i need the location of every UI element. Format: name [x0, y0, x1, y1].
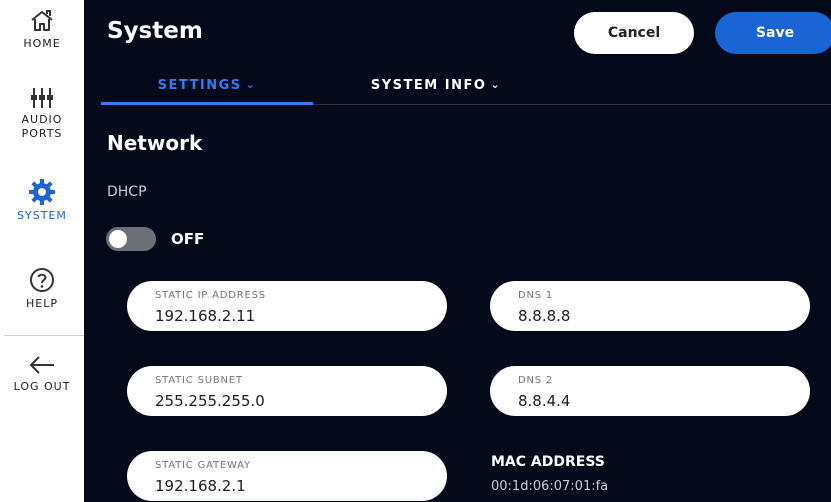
field-value[interactable]: 255.255.255.0: [155, 392, 265, 410]
tab-label: SYSTEM INFO: [370, 78, 487, 93]
main-panel: System Cancel Save SETTINGS ⌄ SYSTEM INF…: [84, 0, 831, 502]
sidebar-item-label-line1: AUDIO: [21, 113, 63, 126]
field-value[interactable]: 8.8.8.8: [518, 307, 570, 325]
field-value[interactable]: 192.168.2.11: [155, 307, 255, 325]
toggle-knob: [109, 230, 127, 248]
field-value[interactable]: 192.168.2.1: [155, 477, 246, 495]
field-label: DNS 2: [518, 375, 554, 386]
sidebar-item-log-out[interactable]: LOG OUT: [0, 353, 84, 394]
field-value[interactable]: 8.8.4.4: [518, 392, 570, 410]
cancel-button[interactable]: Cancel: [574, 12, 694, 54]
sidebar-item-label: HOME: [23, 37, 61, 50]
gear-icon: [29, 179, 55, 205]
tab-bar: SETTINGS ⌄ SYSTEM INFO ⌄: [101, 78, 831, 105]
sidebar-item-home[interactable]: HOME: [0, 8, 84, 51]
tab-system-info[interactable]: SYSTEM INFO ⌄: [341, 78, 531, 105]
sidebar-item-label: SYSTEM: [17, 209, 67, 222]
dhcp-label: DHCP: [107, 184, 147, 200]
dhcp-state-label: OFF: [171, 230, 205, 248]
mac-address-label: MAC ADDRESS: [491, 454, 605, 470]
home-icon: [31, 10, 53, 31]
chevron-down-icon: ⌄: [490, 78, 502, 91]
dns2-field[interactable]: DNS 2 8.8.4.4: [490, 366, 810, 416]
sidebar-divider: [4, 335, 84, 336]
sidebar: HOME AUDIO PORTS SYSTEM HELP LOG OUT: [0, 0, 84, 502]
static-subnet-field[interactable]: STATIC SUBNET 255.255.255.0: [127, 366, 447, 416]
static-ip-field[interactable]: STATIC IP ADDRESS 192.168.2.11: [127, 281, 447, 331]
section-title: Network: [107, 131, 203, 155]
dns1-field[interactable]: DNS 1 8.8.8.8: [490, 281, 810, 331]
arrow-left-icon: [29, 356, 54, 374]
field-label: STATIC SUBNET: [155, 375, 243, 386]
tab-settings[interactable]: SETTINGS ⌄: [101, 78, 313, 105]
field-label: STATIC GATEWAY: [155, 460, 251, 471]
sidebar-item-label-line2: PORTS: [21, 127, 63, 140]
save-button[interactable]: Save: [715, 12, 831, 54]
mac-address-value: 00:1d:06:07:01:fa: [491, 479, 609, 494]
sidebar-item-help[interactable]: HELP: [0, 266, 84, 311]
question-icon: [30, 268, 54, 292]
sidebar-item-system[interactable]: SYSTEM: [0, 178, 84, 223]
page-title: System: [107, 18, 203, 44]
dhcp-toggle[interactable]: [106, 227, 156, 251]
tab-label: SETTINGS: [157, 78, 242, 93]
sidebar-item-audio-ports[interactable]: AUDIO PORTS: [0, 86, 84, 141]
field-label: DNS 1: [518, 290, 554, 301]
chevron-down-icon: ⌄: [245, 78, 257, 91]
field-label: STATIC IP ADDRESS: [155, 290, 266, 301]
sidebar-item-label: HELP: [26, 297, 58, 310]
sliders-icon: [31, 88, 53, 108]
sidebar-item-label: LOG OUT: [13, 380, 71, 393]
static-gateway-field[interactable]: STATIC GATEWAY 192.168.2.1: [127, 451, 447, 501]
